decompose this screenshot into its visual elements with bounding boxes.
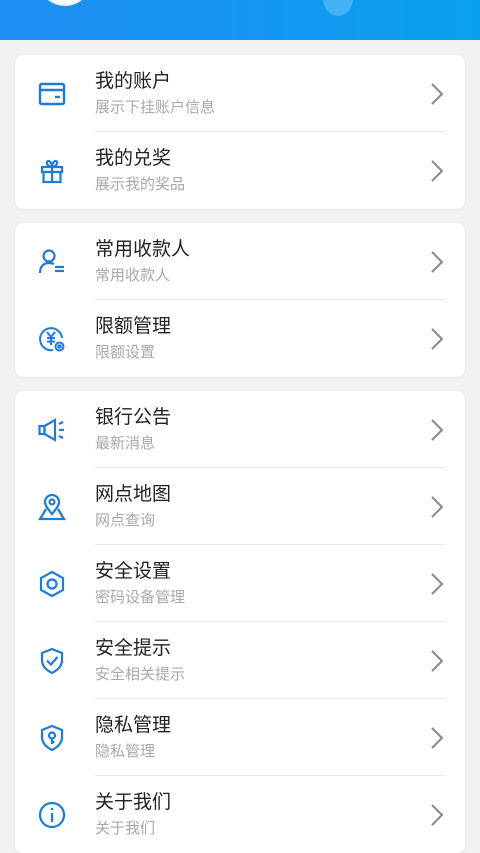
megaphone-icon [37,415,67,445]
menu-item-security-tips[interactable]: 安全提示 安全相关提示 [15,622,465,699]
menu-item-subtitle: 关于我们 [95,819,156,837]
chevron-right-icon [429,82,445,106]
chevron-right-icon [429,726,445,750]
menu-item-title: 安全设置 [95,560,172,582]
gift-icon [37,156,67,186]
menu-card-services: 银行公告 最新消息 网点地图 网点查询 安全设置 密码设备管理 安全提示 安全相… [15,391,465,853]
menu-item-title: 我的账户 [95,70,172,92]
shield-key-icon [37,723,67,753]
map-pin-icon [37,492,67,522]
menu-item-subtitle: 展示我的奖品 [95,175,186,193]
menu-item-security-settings[interactable]: 安全设置 密码设备管理 [15,545,465,622]
menu-item-privacy-management[interactable]: 隐私管理 隐私管理 [15,699,465,776]
chevron-right-icon [429,418,445,442]
menu-item-subtitle: 最新消息 [95,434,156,452]
menu-item-title: 常用收款人 [95,238,191,260]
avatar[interactable] [36,0,94,6]
menu-item-my-prize[interactable]: 我的兑奖 展示我的奖品 [15,132,465,209]
info-icon [37,800,67,830]
menu-item-title: 安全提示 [95,637,172,659]
menu-item-subtitle: 网点查询 [95,511,156,529]
shield-check-icon [37,646,67,676]
header-banner [0,0,480,40]
menu-item-branch-map[interactable]: 网点地图 网点查询 [15,468,465,545]
menu-item-subtitle: 隐私管理 [95,742,156,760]
decorative-bubble [323,0,353,16]
menu-item-subtitle: 密码设备管理 [95,588,186,606]
menu-item-my-account[interactable]: 我的账户 展示下挂账户信息 [15,55,465,132]
menu-item-subtitle: 常用收款人 [95,266,171,284]
chevron-right-icon [429,803,445,827]
chevron-right-icon [429,572,445,596]
menu-item-title: 限额管理 [95,315,172,337]
menu-card-payment: 常用收款人 常用收款人 限额管理 限额设置 [15,223,465,377]
menu-card-account: 我的账户 展示下挂账户信息 我的兑奖 展示我的奖品 [15,55,465,209]
menu-item-subtitle: 限额设置 [95,343,156,361]
payee-icon [37,247,67,277]
menu-item-subtitle: 展示下挂账户信息 [95,98,216,116]
menu-item-bank-notice[interactable]: 银行公告 最新消息 [15,391,465,468]
menu-item-title: 银行公告 [95,406,172,428]
menu-item-title: 关于我们 [95,791,172,813]
chevron-right-icon [429,327,445,351]
card-icon [37,79,67,109]
chevron-right-icon [429,495,445,519]
menu-item-limit-management[interactable]: 限额管理 限额设置 [15,300,465,377]
menu-item-title: 我的兑奖 [95,147,172,169]
menu-item-title: 网点地图 [95,483,172,505]
menu-item-about-us[interactable]: 关于我们 关于我们 [15,776,465,853]
hexagon-settings-icon [37,569,67,599]
menu-item-payees[interactable]: 常用收款人 常用收款人 [15,223,465,300]
menu-item-subtitle: 安全相关提示 [95,665,186,683]
chevron-right-icon [429,649,445,673]
chevron-right-icon [429,159,445,183]
menu-item-title: 隐私管理 [95,714,172,736]
limit-icon [37,324,67,354]
chevron-right-icon [429,250,445,274]
